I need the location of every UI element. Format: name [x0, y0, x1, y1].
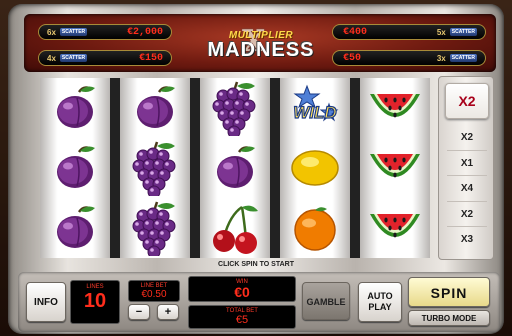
pay-multiplier: 3x — [436, 53, 446, 63]
scatter-icon: SCATTER — [59, 28, 88, 36]
grapes-icon — [200, 78, 270, 138]
reel-5 — [360, 78, 430, 258]
scatter-icon: SCATTER — [59, 54, 88, 62]
scatter-icon: SCATTER — [449, 54, 477, 62]
paytable-row-left-2: 4x SCATTER €150 — [38, 50, 172, 66]
watermelon-icon — [360, 78, 430, 138]
reel-area: WILD — [40, 78, 430, 258]
win-display: WIN €0 — [188, 276, 296, 302]
grapes-icon — [120, 198, 190, 258]
pay-amount: €50 — [343, 52, 362, 64]
auto-play-button[interactable]: AUTO PLAY — [358, 282, 402, 322]
slot-game: { "logo": { "line1": "MULTIPLIER", "line… — [0, 0, 512, 336]
plum-icon — [40, 78, 110, 138]
paytable-row-right-2: €50 3x SCATTER — [332, 50, 486, 66]
cherries-icon — [200, 198, 270, 258]
spin-button[interactable]: SPIN — [408, 277, 490, 307]
pay-amount: €400 — [343, 26, 368, 38]
multiplier-panel: X2 X2 X1 X4 X2 X3 — [438, 76, 494, 260]
reel-4: WILD — [280, 78, 350, 258]
bet-decrease-button[interactable]: − — [128, 304, 150, 320]
line-bet-value: €0.50 — [141, 289, 167, 300]
win-value: €0 — [234, 284, 250, 300]
gamble-button[interactable]: GAMBLE — [302, 282, 350, 320]
paytable-row-left-1: 6x SCATTER €2,000 — [38, 24, 172, 40]
pay-multiplier: 5x — [436, 27, 446, 37]
info-button[interactable]: INFO — [26, 282, 66, 322]
total-bet-value: €5 — [235, 314, 249, 326]
multiplier-item: X2 — [447, 202, 487, 228]
lines-display[interactable]: LINES 10 — [70, 280, 120, 324]
plum-icon — [200, 138, 270, 198]
pay-amount: €2,000 — [126, 26, 163, 38]
pay-multiplier: 4x — [47, 53, 56, 63]
reel-1 — [40, 78, 110, 258]
spin-hint: CLICK SPIN TO START — [218, 261, 294, 268]
lines-value: 10 — [83, 290, 107, 312]
grapes-icon — [120, 138, 190, 198]
watermelon-icon — [360, 198, 430, 258]
reel-3 — [200, 78, 270, 258]
multiplier-queue: X2 X1 X4 X2 X3 — [447, 125, 487, 253]
multiplier-item: X1 — [447, 151, 487, 177]
plum-icon — [40, 138, 110, 198]
current-multiplier: X2 — [445, 83, 489, 119]
reel-2 — [120, 78, 190, 258]
wild-icon: WILD — [280, 78, 350, 138]
orange-icon — [280, 198, 350, 258]
turbo-mode-button[interactable]: TURBO MODE — [408, 310, 490, 326]
logo-line-2: MADNESS — [207, 39, 315, 61]
multiplier-item: X4 — [447, 176, 487, 202]
wild-label: WILD — [293, 103, 336, 122]
line-bet-display: LINE BET €0.50 — [128, 280, 180, 302]
plum-icon — [120, 78, 190, 138]
multiplier-item: X3 — [460, 234, 474, 246]
game-logo: X MULTIPLIER MADNESS — [198, 22, 324, 64]
multiplier-item: X2 — [447, 125, 487, 151]
watermelon-icon — [360, 138, 430, 198]
lemon-icon — [280, 138, 350, 198]
scatter-icon: SCATTER — [449, 28, 477, 36]
bet-increase-button[interactable]: + — [157, 304, 179, 320]
paytable-row-right-1: €400 5x SCATTER — [332, 24, 486, 40]
auto-play-label-1: AUTO — [367, 291, 393, 301]
pay-amount: €150 — [138, 52, 163, 64]
total-bet-display: TOTAL BET €5 — [188, 305, 296, 329]
pay-multiplier: 6x — [47, 27, 56, 37]
auto-play-label-2: PLAY — [368, 302, 392, 312]
plum-icon — [40, 198, 110, 258]
